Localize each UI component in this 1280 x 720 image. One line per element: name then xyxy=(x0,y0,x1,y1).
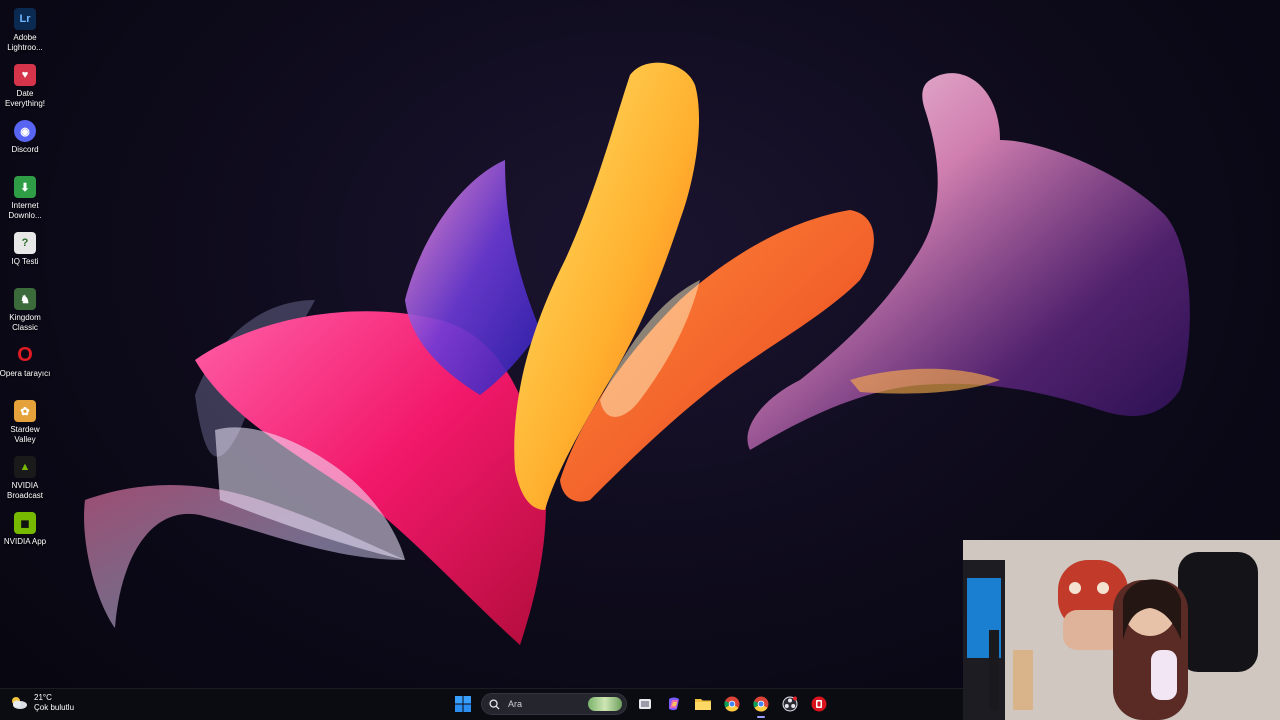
desktop-icon-discord[interactable]: ◉ Discord xyxy=(0,120,50,155)
chrome-icon xyxy=(724,696,740,712)
windows-logo-icon xyxy=(455,696,471,712)
desktop-icon-label: Opera tarayıcı xyxy=(0,369,51,378)
desktop-icon-date-everything[interactable]: ♥ Date Everything! xyxy=(0,64,50,109)
weather-temperature: 21°C xyxy=(34,693,52,702)
nvidia-broadcast-icon: ▲ xyxy=(14,456,36,478)
webcam-overlay xyxy=(963,540,1280,720)
desktop-icon-stardew-valley[interactable]: ✿ Stardew Valley xyxy=(0,400,50,445)
stardew-valley-icon: ✿ xyxy=(14,400,36,422)
chrome-button[interactable] xyxy=(721,693,743,715)
search-placeholder: Ara xyxy=(508,699,523,709)
taskbar-center: Ara xyxy=(452,693,830,718)
file-explorer-button[interactable] xyxy=(692,693,714,715)
search-icon xyxy=(489,698,500,710)
weather-condition: Çok bulutlu xyxy=(34,703,75,712)
chrome-profile-button[interactable] xyxy=(750,693,772,718)
desktop-icon-kingdom-classic[interactable]: ♞ Kingdom Classic xyxy=(0,288,50,333)
desktop-icon-label: Adobe Lightroo... xyxy=(7,33,43,52)
desktop-icon-label: NVIDIA App xyxy=(3,537,47,546)
cloudy-weather-icon xyxy=(10,696,28,710)
copilot-icon xyxy=(669,697,679,711)
opera-icon: O xyxy=(17,343,33,366)
task-view-button[interactable] xyxy=(634,693,656,715)
copilot-button[interactable] xyxy=(663,693,685,715)
desktop-icon-iq-test[interactable]: ? IQ Testi xyxy=(0,232,50,267)
desktop-icon-opera[interactable]: O Opera tarayıcı xyxy=(0,344,50,379)
weather-widget[interactable]: 21°C Çok bulutlu xyxy=(10,693,74,713)
desktop-icon-label: IQ Testi xyxy=(11,257,39,266)
desktop-icon-label: Discord xyxy=(11,145,39,154)
desktop-icon-nvidia-app[interactable]: ◼ NVIDIA App xyxy=(0,512,50,547)
taskbar: 21°C Çok bulutlu Ara xyxy=(0,688,963,720)
desktop-icon-label: NVIDIA Broadcast xyxy=(6,481,44,500)
lightroom-icon: Lr xyxy=(14,8,36,30)
folder-icon xyxy=(695,699,711,710)
desktop-icon-internet-download-manager[interactable]: ⬇ Internet Downlo... xyxy=(0,176,50,221)
obs-icon xyxy=(782,696,798,712)
taskbar-search[interactable]: Ara xyxy=(481,693,627,715)
desktop-icon-adobe-lightroom[interactable]: Lr Adobe Lightroo... xyxy=(0,8,50,53)
chrome-icon xyxy=(753,696,769,712)
desktop-icon-nvidia-broadcast[interactable]: ▲ NVIDIA Broadcast xyxy=(0,456,50,501)
kingdom-classic-icon: ♞ xyxy=(14,288,36,310)
nvidia-app-icon: ◼ xyxy=(14,512,36,534)
start-button[interactable] xyxy=(452,693,474,715)
desktop-icon-label: Date Everything! xyxy=(4,89,46,108)
red-app-button[interactable] xyxy=(808,693,830,715)
task-view-icon xyxy=(639,699,651,709)
desktop-icon-label: Stardew Valley xyxy=(10,425,40,444)
desktop-icon-label: Kingdom Classic xyxy=(9,313,41,332)
desktop-icon-label: Internet Downlo... xyxy=(8,201,42,220)
iq-test-icon: ? xyxy=(14,232,36,254)
webcam-feed-image xyxy=(963,540,1280,720)
internet-download-manager-icon: ⬇ xyxy=(14,176,36,198)
search-highlight-image xyxy=(588,697,622,711)
obs-button[interactable] xyxy=(779,693,801,715)
date-everything-icon: ♥ xyxy=(14,64,36,86)
discord-icon: ◉ xyxy=(14,120,36,142)
red-app-icon xyxy=(811,696,827,712)
